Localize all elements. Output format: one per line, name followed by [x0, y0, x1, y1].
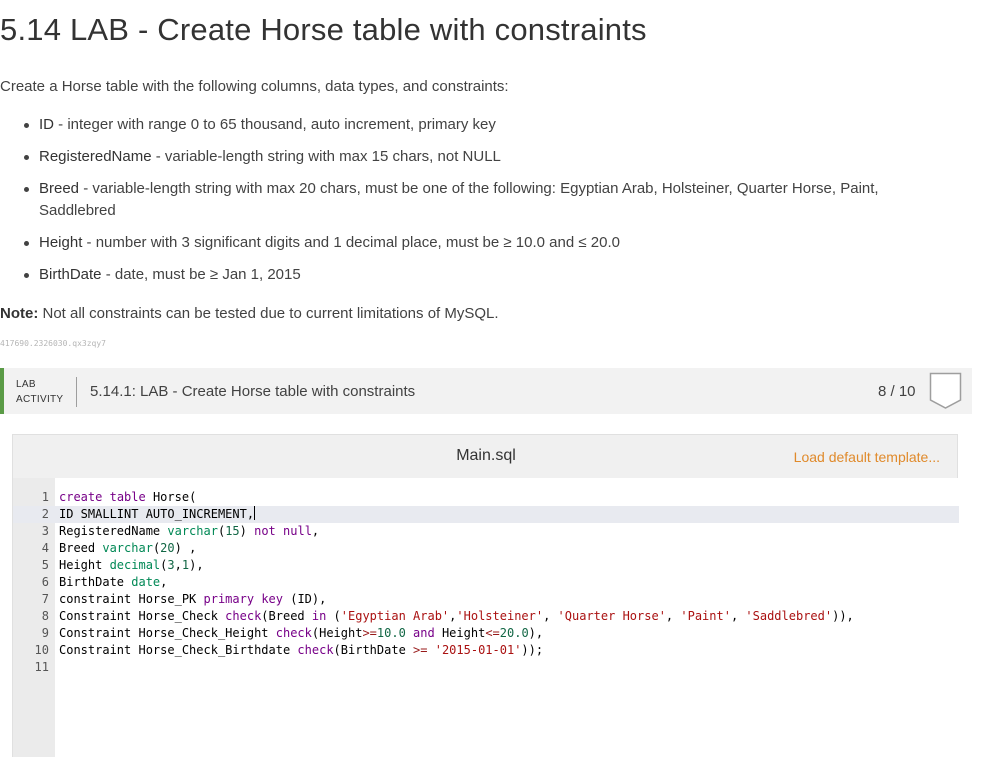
- line-number: 7: [41, 592, 49, 606]
- activity-id: 417690.2326030.qx3zqy7: [0, 339, 106, 348]
- column-desc: - variable-length string with max 15 cha…: [151, 148, 501, 165]
- code-line[interactable]: 9 Constraint Horse_Check_Height check(Hei…: [13, 625, 959, 642]
- column-desc: - integer with range 0 to 65 thousand, a…: [54, 116, 496, 133]
- code-text[interactable]: Height decimal(3,1),: [59, 557, 204, 574]
- code-line[interactable]: 10 Constraint Horse_Check_Birthdate check…: [13, 642, 959, 659]
- code-text[interactable]: ID SMALLINT AUTO_INCREMENT,: [59, 506, 256, 523]
- line-number: 3: [41, 524, 49, 538]
- column-desc: - date, must be ≥ Jan 1, 2015: [101, 266, 301, 283]
- load-default-template-link[interactable]: Load default template...: [794, 449, 940, 465]
- lab-divider: [76, 377, 77, 407]
- lab-tag-line2: ACTIVITY: [16, 394, 64, 405]
- line-number: 9: [41, 626, 49, 640]
- column-name: RegisteredName: [39, 148, 152, 165]
- code-line[interactable]: 11: [13, 659, 959, 676]
- bookmark-icon[interactable]: [929, 372, 962, 410]
- code-line[interactable]: 6 BirthDate date,: [13, 574, 959, 591]
- lab-title: 5.14.1: LAB - Create Horse table with co…: [90, 383, 416, 400]
- line-number: 8: [41, 609, 49, 623]
- code-text[interactable]: Constraint Horse_Check_Height check(Heig…: [59, 625, 543, 642]
- column-desc: - variable-length string with max 20 cha…: [39, 180, 879, 219]
- line-number: 11: [34, 660, 49, 674]
- code-text[interactable]: create table Horse(: [59, 489, 196, 506]
- note: Note: Not all constraints can be tested …: [0, 305, 499, 322]
- code-line[interactable]: 5 Height decimal(3,1),: [13, 557, 959, 574]
- code-line[interactable]: 2 ID SMALLINT AUTO_INCREMENT,: [13, 506, 959, 523]
- column-desc: - number with 3 significant digits and 1…: [82, 234, 620, 251]
- line-number: 6: [41, 575, 49, 589]
- code-text[interactable]: RegisteredName varchar(15) not null,: [59, 523, 319, 540]
- column-name: ID: [39, 116, 54, 133]
- code-line[interactable]: 3 RegisteredName varchar(15) not null,: [13, 523, 959, 540]
- lab-activity-tag: LAB ACTIVITY: [16, 377, 63, 407]
- column-name: Height: [39, 234, 83, 251]
- list-item: Height - number with 3 significant digit…: [22, 232, 942, 254]
- note-text: Not all constraints can be tested due to…: [38, 305, 499, 322]
- note-label: Note:: [0, 305, 39, 322]
- requirements-list: ID - integer with range 0 to 65 thousand…: [22, 114, 942, 296]
- code-text[interactable]: Constraint Horse_Check check(Breed in ('…: [59, 608, 854, 625]
- column-name: Breed: [39, 180, 80, 197]
- lab-score: 8 / 10: [878, 383, 916, 400]
- line-number: 2: [41, 507, 49, 521]
- line-number: 5: [41, 558, 49, 572]
- code-lines[interactable]: 1 create table Horse( 2 ID SMALLINT AUTO_IN…: [13, 489, 959, 676]
- code-line[interactable]: 7 constraint Horse_PK primary key (ID),: [13, 591, 959, 608]
- intro-text: Create a Horse table with the following …: [0, 78, 509, 95]
- list-item: BirthDate - date, must be ≥ Jan 1, 2015: [22, 264, 942, 286]
- code-text[interactable]: constraint Horse_PK primary key (ID),: [59, 591, 326, 608]
- list-item: Breed - variable-length string with max …: [22, 178, 942, 222]
- line-number: 4: [41, 541, 49, 555]
- text-cursor: [254, 506, 256, 520]
- lab-tag-line1: LAB: [16, 379, 36, 390]
- code-line[interactable]: 1 create table Horse(: [13, 489, 959, 506]
- line-number: 10: [34, 643, 49, 657]
- code-text[interactable]: BirthDate date,: [59, 574, 167, 591]
- code-text[interactable]: Breed varchar(20) ,: [59, 540, 196, 557]
- page-title: 5.14 LAB - Create Horse table with const…: [0, 12, 647, 47]
- code-line[interactable]: 8 Constraint Horse_Check check(Breed in (…: [13, 608, 959, 625]
- list-item: RegisteredName - variable-length string …: [22, 146, 942, 168]
- code-text[interactable]: Constraint Horse_Check_Birthdate check(B…: [59, 642, 543, 659]
- list-item: ID - integer with range 0 to 65 thousand…: [22, 114, 942, 136]
- code-line[interactable]: 4 Breed varchar(20) ,: [13, 540, 959, 557]
- line-number: 1: [41, 490, 49, 504]
- column-name: BirthDate: [39, 266, 102, 283]
- code-editor[interactable]: 1 create table Horse( 2 ID SMALLINT AUTO_IN…: [12, 478, 959, 757]
- lab-activity-header: LAB ACTIVITY 5.14.1: LAB - Create Horse …: [0, 368, 972, 414]
